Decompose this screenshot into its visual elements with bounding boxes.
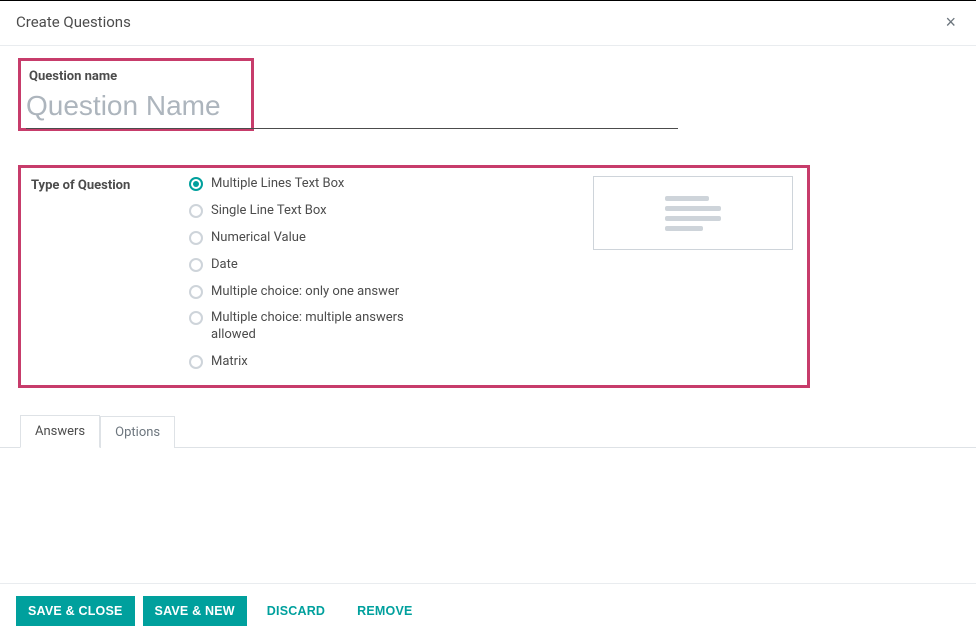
question-type-options: Multiple Lines Text Box Single Line Text… (189, 176, 419, 371)
type-option-single-line-text-box[interactable]: Single Line Text Box (189, 203, 419, 220)
question-type-section: Type of Question Multiple Lines Text Box… (18, 165, 810, 388)
type-option-numerical-value[interactable]: Numerical Value (189, 230, 419, 247)
type-option-multiple-lines-text-box[interactable]: Multiple Lines Text Box (189, 176, 419, 193)
type-option-label: Matrix (211, 354, 248, 371)
type-option-label: Numerical Value (211, 230, 306, 247)
type-option-label: Date (211, 257, 238, 274)
question-name-label: Question name (29, 69, 243, 84)
close-button[interactable]: × (941, 13, 960, 31)
question-type-label: Type of Question (31, 176, 169, 371)
save-and-new-button[interactable]: Save & New (143, 596, 247, 626)
modal-title: Create Questions (16, 13, 131, 31)
type-option-matrix[interactable]: Matrix (189, 354, 419, 371)
modal-footer: Save & Close Save & New Discard Remove (0, 583, 976, 640)
text-lines-icon (665, 196, 721, 231)
type-option-label: Multiple Lines Text Box (211, 176, 344, 193)
type-option-mc-multiple-answers[interactable]: Multiple choice: multiple answers allowe… (189, 310, 419, 344)
save-and-close-button[interactable]: Save & Close (16, 596, 135, 626)
type-option-label: Multiple choice: only one answer (211, 284, 399, 301)
radio-icon (189, 231, 203, 245)
modal-header: Create Questions × (0, 1, 976, 46)
radio-icon (189, 177, 203, 191)
question-type-preview-col (439, 176, 797, 371)
discard-button[interactable]: Discard (255, 596, 337, 626)
radio-icon (189, 258, 203, 272)
tabs: Answers Options (0, 412, 976, 448)
radio-icon (189, 311, 203, 325)
radio-icon (189, 355, 203, 369)
type-option-label: Multiple choice: multiple answers allowe… (211, 310, 419, 344)
remove-button[interactable]: Remove (345, 596, 424, 626)
radio-icon (189, 285, 203, 299)
tab-answers[interactable]: Answers (20, 415, 100, 448)
question-name-input[interactable] (26, 88, 678, 129)
type-option-date[interactable]: Date (189, 257, 419, 274)
tab-options[interactable]: Options (100, 416, 175, 448)
modal-body: Question name Type of Question Multiple … (0, 46, 976, 583)
radio-icon (189, 204, 203, 218)
tab-content-answers (12, 448, 964, 528)
question-type-preview (593, 176, 793, 250)
type-option-mc-one-answer[interactable]: Multiple choice: only one answer (189, 284, 419, 301)
type-option-label: Single Line Text Box (211, 203, 327, 220)
create-questions-modal: Create Questions × Question name Type of… (0, 0, 976, 640)
close-icon: × (945, 12, 956, 32)
